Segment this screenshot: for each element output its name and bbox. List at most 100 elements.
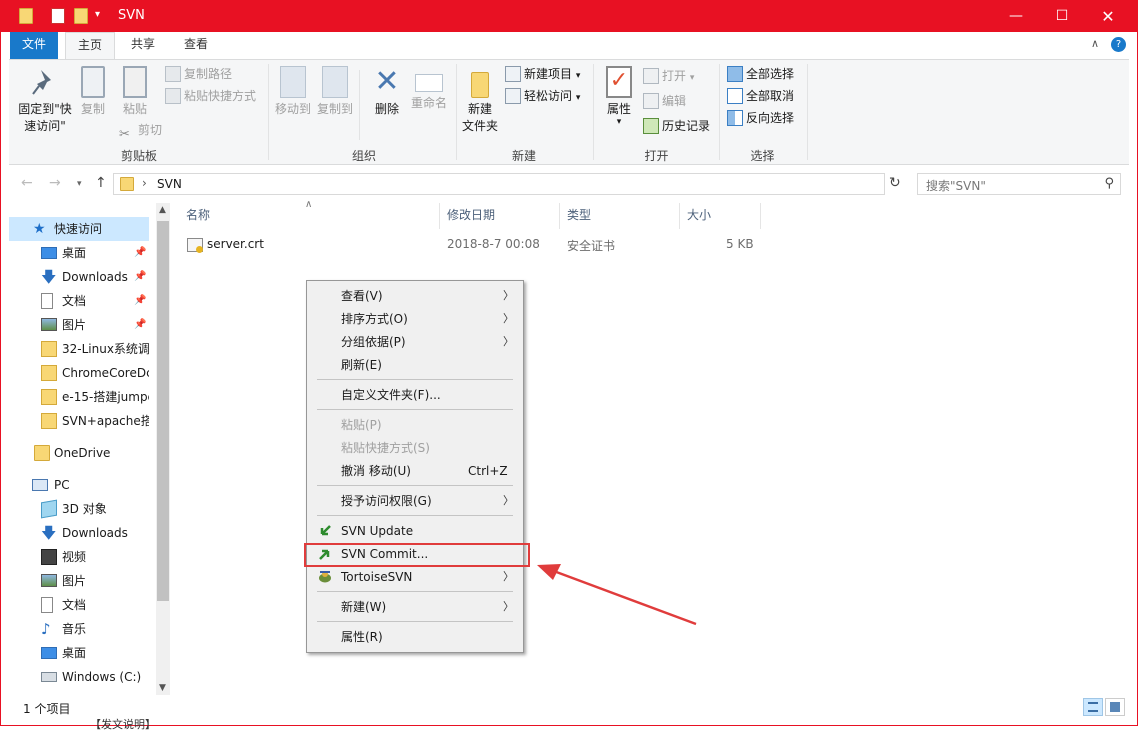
large-icons-view-button[interactable] [1105, 698, 1125, 716]
rename-button[interactable]: 重命名 [408, 66, 450, 112]
menu-item-sort[interactable]: 排序方式(O) 〉 [307, 308, 523, 330]
search-icon[interactable]: ⚲ [1104, 176, 1114, 191]
history-button[interactable]: 历史记录 [643, 116, 710, 136]
menu-item-new[interactable]: 新建(W) 〉 [307, 596, 523, 618]
menu-item-properties[interactable]: 属性(R) [307, 626, 523, 648]
file-name: server.crt [207, 237, 264, 251]
menu-item-customize[interactable]: 自定义文件夹(F)... [307, 384, 523, 406]
select-none-icon [727, 88, 743, 104]
menu-item-svn-update[interactable]: SVN Update [307, 520, 523, 542]
menu-item-paste-shortcut[interactable]: 粘贴快捷方式(S) [307, 437, 523, 459]
menu-item-refresh[interactable]: 刷新(E) [307, 354, 523, 376]
music-icon: ♪ [41, 620, 51, 638]
tab-file[interactable]: 文件 [10, 32, 59, 59]
menu-item-tortoisesvn[interactable]: TortoiseSVN 〉 [307, 566, 523, 588]
menu-item-undo[interactable]: 撤消 移动(U) Ctrl+Z [307, 460, 523, 482]
cut-button[interactable]: ✂ 剪切 [119, 120, 162, 142]
scroll-down-icon[interactable]: ▼ [159, 683, 166, 693]
nav-quick-item[interactable]: e-15-搭建jumpe [9, 385, 149, 409]
copy-to-label: 复制到 [316, 102, 353, 116]
details-view-button[interactable] [1083, 698, 1103, 716]
pin-icon[interactable]: 📌 [134, 289, 146, 313]
customize-quick-access-icon[interactable]: ▾ [95, 9, 100, 20]
address-input[interactable]: › SVN ∨ [113, 173, 987, 195]
nav-pc-item[interactable]: 视频 [9, 545, 149, 569]
copy-path-button[interactable]: 复制路径 [165, 64, 232, 84]
up-button[interactable]: ↑ [95, 175, 107, 191]
invert-selection-button[interactable]: 反向选择 [727, 108, 794, 128]
nav-pc-item[interactable]: 3D 对象 [9, 497, 149, 521]
nav-pc-item[interactable]: Windows (C:) [9, 665, 149, 689]
nav-quick-item[interactable]: 32-Linux系统调 [9, 337, 149, 361]
delete-button[interactable]: ✕ 删除 [367, 66, 407, 118]
scroll-up-icon[interactable]: ▲ [159, 205, 166, 215]
pin-quick-access-button[interactable]: 固定到"快 速访问" [13, 66, 77, 135]
select-none-button[interactable]: 全部取消 [727, 86, 794, 106]
nav-quick-item[interactable]: 🡇 Downloads 📌 [9, 265, 149, 289]
breadcrumb[interactable]: SVN [157, 177, 182, 191]
easy-access-button[interactable]: 轻松访问 ▾ [505, 86, 580, 106]
nav-quick-access[interactable]: ★ 快速访问 [9, 217, 149, 241]
copy-to-button[interactable]: 复制到 [315, 66, 355, 118]
move-to-button[interactable]: 移动到 [273, 66, 313, 118]
nav-quick-item[interactable]: 图片 📌 [9, 313, 149, 337]
minimize-button[interactable]: — [993, 1, 1039, 32]
new-folder-button[interactable]: 新建 文件夹 [459, 66, 501, 135]
column-type[interactable]: 类型 [567, 207, 591, 231]
nav-onedrive[interactable]: OneDrive [9, 441, 149, 465]
column-divider[interactable] [439, 203, 440, 229]
nav-pc-item[interactable]: ♪ 音乐 [9, 617, 149, 641]
menu-item-group[interactable]: 分组依据(P) 〉 [307, 331, 523, 353]
maximize-button[interactable]: ☐ [1039, 1, 1085, 32]
nav-quick-item[interactable]: 桌面 📌 [9, 241, 149, 265]
menu-item-grant-access[interactable]: 授予访问权限(G) 〉 [307, 490, 523, 512]
nav-pc-item[interactable]: 文档 [9, 593, 149, 617]
nav-pc-item[interactable]: 图片 [9, 569, 149, 593]
explorer-window: ▾ SVN — ☐ ✕ 文件 主页 共享 查看 ∧ ? 固定到"快 速访问" 复… [0, 0, 1138, 726]
recent-locations-button[interactable]: ▾ [77, 179, 82, 189]
menu-item-view[interactable]: 查看(V) 〉 [307, 285, 523, 307]
properties-quick-icon[interactable] [51, 8, 65, 24]
column-divider[interactable] [760, 203, 761, 229]
table-row[interactable]: server.crt 2018-8-7 00:08 安全证书 5 KB [177, 233, 767, 257]
collapse-ribbon-icon[interactable]: ∧ [1091, 37, 1099, 50]
tab-home[interactable]: 主页 [65, 32, 116, 60]
copy-button[interactable]: 复制 [77, 66, 109, 118]
paste-shortcut-button[interactable]: 粘贴快捷方式 [165, 86, 256, 106]
nav-quick-item[interactable]: ChromeCoreDc [9, 361, 149, 385]
menu-item-paste[interactable]: 粘贴(P) [307, 414, 523, 436]
pc-icon [32, 479, 48, 491]
back-button[interactable]: ← [21, 175, 33, 191]
nav-label: 文档 [62, 598, 87, 612]
nav-pc-item[interactable]: 桌面 [9, 641, 149, 665]
close-button[interactable]: ✕ [1085, 1, 1131, 32]
new-folder-quick-icon[interactable] [74, 8, 88, 24]
edit-button[interactable]: 编辑 [643, 91, 686, 111]
column-divider[interactable] [679, 203, 680, 229]
open-button[interactable]: 打开 ▾ [643, 66, 694, 86]
paste-button[interactable]: 粘贴 [117, 66, 153, 118]
scroll-thumb[interactable] [157, 221, 169, 601]
pin-icon[interactable]: 📌 [134, 313, 146, 337]
properties-button[interactable]: ✓ 属性 ▾ [599, 66, 639, 127]
tab-view[interactable]: 查看 [172, 32, 220, 59]
forward-button[interactable]: → [49, 175, 61, 191]
select-all-button[interactable]: 全部选择 [727, 64, 794, 84]
nav-scrollbar[interactable]: ▲ ▼ [156, 203, 170, 695]
new-item-button[interactable]: 新建项目 ▾ [505, 64, 580, 84]
column-modified[interactable]: 修改日期 [447, 207, 495, 231]
column-divider[interactable] [559, 203, 560, 229]
nav-quick-item[interactable]: SVN+apache搭 [9, 409, 149, 433]
breadcrumb-chevron-icon[interactable]: › [142, 176, 147, 190]
help-icon[interactable]: ? [1111, 37, 1126, 52]
refresh-icon[interactable]: ↻ [889, 175, 901, 191]
column-size[interactable]: 大小 [687, 207, 711, 231]
tab-share[interactable]: 共享 [119, 32, 167, 59]
pin-icon[interactable]: 📌 [134, 265, 146, 289]
column-name[interactable]: 名称 [186, 207, 210, 231]
search-input[interactable]: 搜索"SVN" ⚲ [917, 173, 1121, 195]
pin-icon[interactable]: 📌 [134, 241, 146, 265]
nav-quick-item[interactable]: 文档 📌 [9, 289, 149, 313]
nav-pc-item[interactable]: 🡇 Downloads [9, 521, 149, 545]
nav-pc[interactable]: PC [9, 473, 149, 497]
